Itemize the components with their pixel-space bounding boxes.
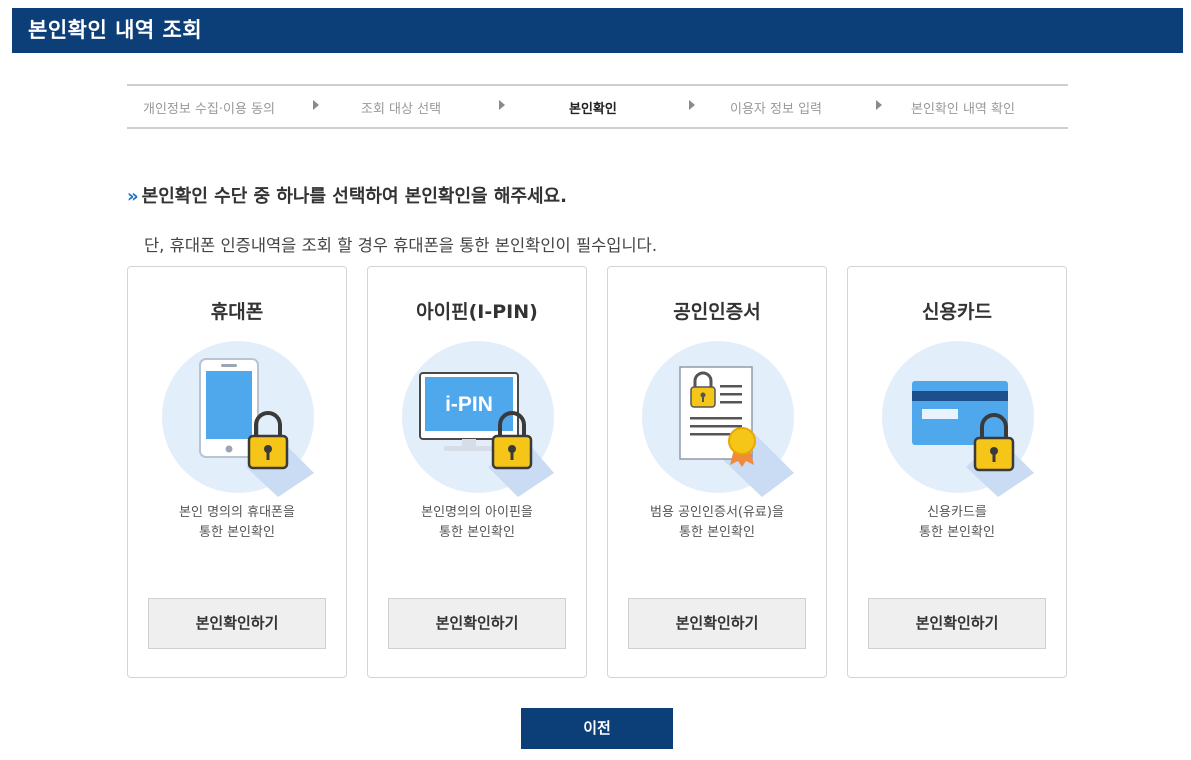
description-line: 통한 본인확인 xyxy=(919,525,995,540)
mobile-phone-lock-icon xyxy=(162,341,314,497)
method-description: 본인명의의 아이핀을 통한 본인확인 xyxy=(368,503,586,543)
headline-text: 본인확인 수단 중 하나를 선택하여 본인확인을 해주세요. xyxy=(141,186,567,207)
description-line: 통한 본인확인 xyxy=(679,525,755,540)
method-title: 공인인증서 xyxy=(673,301,761,323)
step-1-label: 개인정보 수집·이용 동의 xyxy=(143,102,275,117)
double-chevron-right-icon: » xyxy=(127,186,139,207)
method-title: 아이핀(I-PIN) xyxy=(416,301,538,323)
step-arrow-icon xyxy=(876,100,882,110)
method-description: 본인 명의의 휴대폰을 통한 본인확인 xyxy=(128,503,346,543)
description-line: 범용 공인인증서(유료)을 xyxy=(650,505,784,520)
method-description: 범용 공인인증서(유료)을 통한 본인확인 xyxy=(608,503,826,543)
description-line: 본인명의의 아이핀을 xyxy=(421,505,533,520)
page-title-bar: 본인확인 내역 조회 xyxy=(12,8,1183,53)
verify-ipin-button[interactable]: 본인확인하기 xyxy=(388,598,566,649)
step-arrow-icon xyxy=(499,100,505,110)
verify-certificate-button[interactable]: 본인확인하기 xyxy=(628,598,806,649)
certificate-lock-icon xyxy=(642,341,794,497)
step-3-label-current: 본인확인 xyxy=(569,102,617,117)
step-arrow-icon xyxy=(313,100,319,110)
step-arrow-icon xyxy=(689,100,695,110)
verify-credit-card-button[interactable]: 본인확인하기 xyxy=(868,598,1046,649)
method-title: 신용카드 xyxy=(922,301,992,323)
method-description: 신용카드를 통한 본인확인 xyxy=(848,503,1066,543)
description-line: 신용카드를 xyxy=(927,505,987,520)
method-card-certificate: 공인인증서 범용 공인인증서(유료)을 통한 본인확인 본인확인하기 xyxy=(607,266,827,678)
step-4-label: 이용자 정보 입력 xyxy=(730,102,822,117)
description-line: 본인 명의의 휴대폰을 xyxy=(179,505,295,520)
ipin-label: i-PIN xyxy=(445,393,493,416)
method-card-mobile: 휴대폰 본인 명의의 휴대폰을 통한 본인확인 본인확인하기 xyxy=(127,266,347,678)
method-title: 휴대폰 xyxy=(210,301,264,323)
previous-button[interactable]: 이전 xyxy=(521,708,673,749)
verify-mobile-button[interactable]: 본인확인하기 xyxy=(148,598,326,649)
description-line: 통한 본인확인 xyxy=(439,525,515,540)
step-indicator: 개인정보 수집·이용 동의 조회 대상 선택 본인확인 이용자 정보 입력 본인… xyxy=(127,84,1068,129)
notice-text: 단, 휴대폰 인증내역을 조회 할 경우 휴대폰을 통한 본인확인이 필수입니다… xyxy=(144,236,658,255)
credit-card-lock-icon xyxy=(882,341,1034,497)
section-heading: » 본인확인 수단 중 하나를 선택하여 본인확인을 해주세요. xyxy=(127,182,567,208)
step-5-label: 본인확인 내역 확인 xyxy=(911,102,1015,117)
description-line: 통한 본인확인 xyxy=(199,525,275,540)
method-card-credit-card: 신용카드 신용카드를 통한 본인확인 본인확인하기 xyxy=(847,266,1067,678)
step-2-label: 조회 대상 선택 xyxy=(361,102,442,117)
page-title: 본인확인 내역 조회 xyxy=(28,18,203,42)
ipin-monitor-lock-icon: i-PIN xyxy=(402,341,554,497)
method-card-ipin: 아이핀(I-PIN) i-PIN 본인명의의 아이핀을 통한 본인확인 본인확인… xyxy=(367,266,587,678)
